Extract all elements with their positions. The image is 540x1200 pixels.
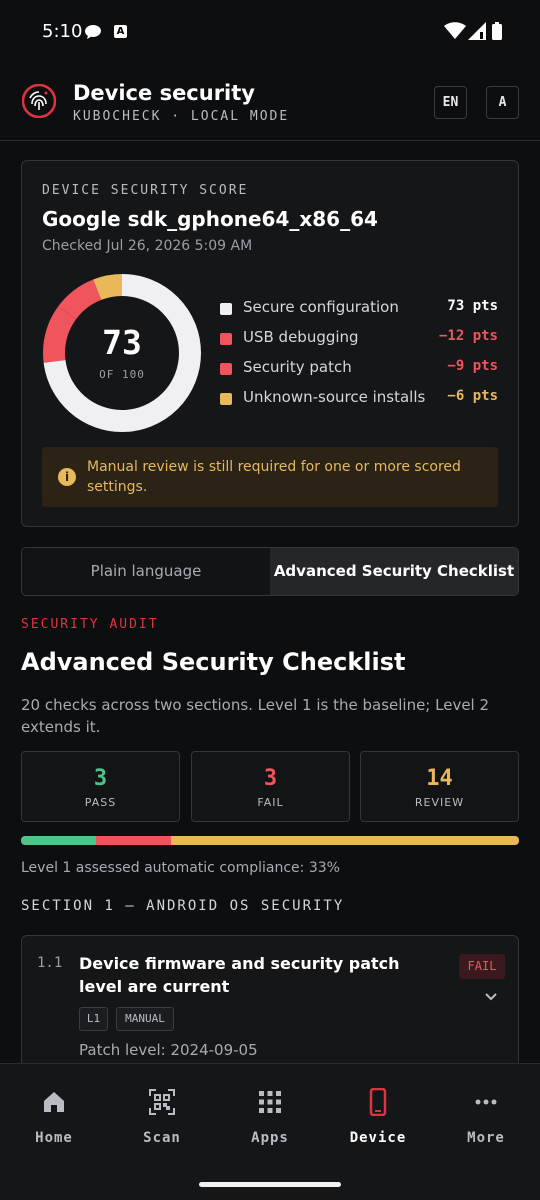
signal-icon [468,22,486,40]
nav-label: More [467,1130,505,1146]
score-card-label: DEVICE SECURITY SCORE [42,183,249,198]
keyboard-notification-icon: A [114,25,127,38]
battery-icon [492,22,502,40]
more-dots-icon [475,1099,497,1105]
legend-label: Security patch [243,358,352,376]
app-title: Device security [73,81,255,105]
tab-plain-language[interactable]: Plain language [22,548,270,595]
review-count: 14 [426,766,453,791]
nav-device[interactable]: Device [324,1064,432,1164]
bar-review-segment [171,836,519,845]
pass-count-card[interactable]: 3 PASS [21,751,180,822]
notice-text: Manual review is still required for one … [87,459,461,495]
legend-value: −6 pts [447,388,498,404]
score-max: OF 100 [99,368,145,381]
security-score-card: DEVICE SECURITY SCORE Google sdk_gphone6… [21,160,519,527]
phone-icon [369,1088,387,1116]
compliance-summary: Level 1 assessed automatic compliance: 3… [21,860,340,876]
chevron-down-icon[interactable] [484,992,498,1002]
bar-fail-segment [96,836,171,845]
legend-row: Secure configuration 73 pts [220,297,498,327]
tab-advanced-checklist[interactable]: Advanced Security Checklist [270,548,518,595]
legend-value: −9 pts [447,358,498,374]
legend-row: USB debugging −12 pts [220,327,498,357]
language-button[interactable]: EN [434,86,467,119]
compliance-progress-bar [21,836,519,845]
score-value: 73 [102,323,142,362]
home-indicator[interactable] [199,1182,341,1187]
legend-label: Unknown-source installs [243,388,426,406]
nav-label: Device [349,1130,407,1146]
fail-count: 3 [263,766,278,791]
home-icon [44,1092,64,1112]
app-header: Device security KUBOCHECK · LOCAL MODE E… [0,64,540,141]
nav-scan[interactable]: Scan [108,1064,216,1164]
level-tag: L1 [79,1007,108,1031]
bottom-navigation: Home Scan Apps Device More [0,1063,540,1200]
pass-count: 3 [93,766,108,791]
legend-swatch [220,303,232,315]
fail-label: FAIL [257,796,284,809]
section-heading: SECTION 1 — ANDROID OS SECURITY [21,898,345,914]
nav-home[interactable]: Home [0,1064,108,1164]
status-time: 5:10 [42,21,83,42]
nav-label: Home [35,1130,73,1146]
view-mode-tabs: Plain language Advanced Security Checkli… [21,547,519,596]
legend-row: Unknown-source installs −6 pts [220,387,498,417]
text-size-button[interactable]: A [486,86,519,119]
manual-review-notice: i Manual review is still required for on… [42,447,498,507]
legend-swatch [220,333,232,345]
app-subtitle: KUBOCHECK · LOCAL MODE [73,109,290,124]
fingerprint-logo-icon [22,84,56,118]
legend-swatch [220,363,232,375]
nav-apps[interactable]: Apps [216,1064,324,1164]
audit-kicker: SECURITY AUDIT [21,617,159,632]
item-number: 1.1 [37,955,63,971]
chat-notification-icon [85,25,101,39]
score-legend: Secure configuration 73 pts USB debuggin… [220,297,498,417]
apps-grid-icon [259,1091,281,1113]
checked-timestamp: Checked Jul 26, 2026 5:09 AM [42,238,253,254]
legend-row: Security patch −9 pts [220,357,498,387]
nav-label: Scan [143,1130,181,1146]
device-name: Google sdk_gphone64_x86_64 [42,207,378,231]
pass-label: PASS [84,796,117,809]
info-icon: i [58,468,76,486]
review-label: REVIEW [414,796,465,809]
legend-value: 73 pts [447,298,498,314]
fail-count-card[interactable]: 3 FAIL [191,751,350,822]
item-detail: Patch level: 2024-09-05 [79,1041,258,1059]
legend-value: −12 pts [438,328,498,344]
audit-description: 20 checks across two sections. Level 1 i… [21,696,490,736]
nav-more[interactable]: More [432,1064,540,1164]
status-bar: 5:10 A [0,0,540,64]
legend-label: USB debugging [243,328,359,346]
bar-pass-segment [21,836,96,845]
wifi-icon [444,22,466,39]
qr-scan-icon [149,1089,175,1115]
nav-label: Apps [251,1130,289,1146]
manual-tag: MANUAL [116,1007,174,1031]
status-badge: FAIL [459,954,505,979]
item-title: Device firmware and security patch level… [79,954,400,996]
legend-swatch [220,393,232,405]
legend-label: Secure configuration [243,298,399,316]
review-count-card[interactable]: 14 REVIEW [360,751,519,822]
audit-title: Advanced Security Checklist [21,648,406,676]
